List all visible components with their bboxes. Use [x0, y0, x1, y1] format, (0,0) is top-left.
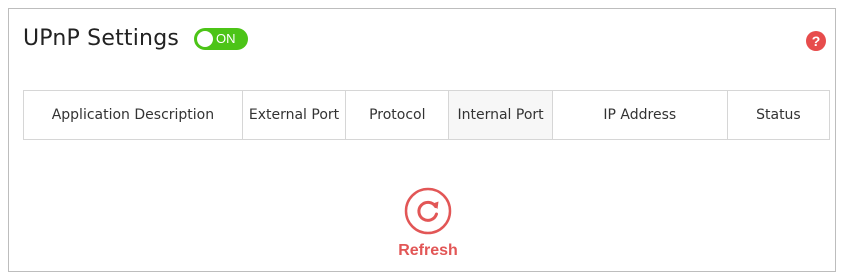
- column-header-internal-port: Internal Port: [448, 90, 553, 140]
- refresh-icon: [404, 187, 452, 235]
- refresh-label: Refresh: [398, 242, 458, 259]
- column-header-external-port: External Port: [241, 90, 347, 140]
- toggle-label: ON: [216, 30, 236, 46]
- upnp-toggle[interactable]: ON: [194, 27, 249, 50]
- toggle-knob: [197, 30, 214, 47]
- column-header-status: Status: [726, 90, 831, 140]
- upnp-table: Application Description External Port Pr…: [23, 90, 831, 140]
- panel-header: UPnP Settings ON: [23, 26, 249, 51]
- column-header-protocol: Protocol: [345, 90, 450, 140]
- help-icon[interactable]: ?: [806, 31, 826, 51]
- page-title: UPnP Settings: [23, 26, 180, 51]
- table-header-row: Application Description External Port Pr…: [23, 90, 831, 140]
- upnp-settings-panel: UPnP Settings ON ? Application Descripti…: [8, 8, 836, 272]
- column-header-application-description: Application Description: [23, 90, 243, 140]
- refresh-button[interactable]: Refresh: [381, 186, 475, 260]
- column-header-ip-address: IP Address: [551, 90, 728, 140]
